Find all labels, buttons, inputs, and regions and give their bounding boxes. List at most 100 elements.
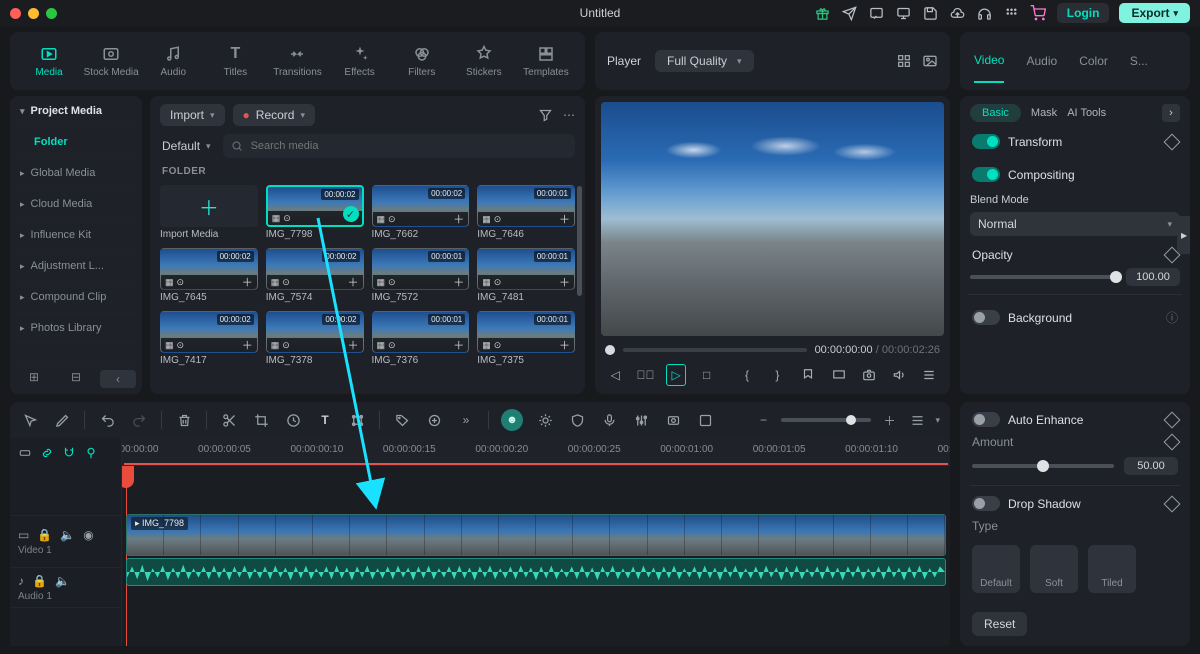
keyframe-icon[interactable] (1164, 411, 1181, 428)
fullscreen-icon[interactable] (828, 364, 850, 386)
sort-dropdown[interactable]: Default▾ (160, 135, 213, 157)
opacity-slider[interactable] (970, 275, 1116, 279)
slider-knob[interactable] (1037, 460, 1049, 472)
media-clip[interactable]: 00:00:01▦⊙＋IMG_7376 (372, 311, 470, 366)
marker-icon[interactable] (798, 364, 818, 386)
cart-icon[interactable] (1030, 5, 1047, 22)
background-toggle[interactable] (972, 310, 1000, 325)
lock-icon[interactable]: 🔒 (37, 528, 52, 542)
tab-media[interactable]: Media (20, 38, 78, 84)
shadow-tile-default[interactable]: Default (972, 545, 1020, 593)
audio-clip[interactable] (126, 558, 946, 586)
media-clip[interactable]: 00:00:01▦⊙＋IMG_7646 (477, 185, 575, 240)
fullscreen-window-icon[interactable] (46, 8, 57, 19)
apps-icon[interactable] (1003, 5, 1020, 22)
send-icon[interactable] (841, 5, 858, 22)
transform-tool-icon[interactable] (347, 410, 367, 430)
subtab-mask[interactable]: Mask (1031, 107, 1057, 119)
sidebar-item-photos-library[interactable]: ▸Photos Library (10, 313, 142, 344)
sidebar-item-adjustment-layer[interactable]: ▸Adjustment L... (10, 251, 142, 282)
timeline-ruler[interactable]: 00:00:00:0000:00:00:0500:00:00:1000:00:0… (122, 438, 950, 466)
add-to-timeline-icon[interactable]: ＋ (348, 274, 359, 290)
export-button[interactable]: Export ▾ (1119, 3, 1190, 23)
sidebar-item-influence-kit[interactable]: ▸Influence Kit (10, 220, 142, 251)
shield-icon[interactable] (567, 410, 587, 430)
search-field[interactable] (249, 139, 567, 153)
close-window-icon[interactable] (10, 8, 21, 19)
media-clip[interactable]: 00:00:02▦⊙＋IMG_7662 (372, 185, 470, 240)
snapshot-icon[interactable] (858, 364, 880, 386)
tab-stickers[interactable]: Stickers (455, 38, 513, 84)
scrub-bar[interactable] (623, 348, 807, 352)
prev-frame-button[interactable]: ◁ (605, 364, 625, 386)
keyframe2-icon[interactable] (424, 410, 444, 430)
mark-in-icon[interactable]: { (737, 364, 757, 386)
keyframe-icon[interactable] (1164, 133, 1181, 150)
transform-toggle[interactable] (972, 134, 1000, 149)
lock-icon[interactable]: 🔒 (32, 574, 47, 588)
slider-knob[interactable] (1110, 271, 1122, 283)
more-icon[interactable]: ⋯ (563, 108, 575, 123)
headphones-icon[interactable] (976, 5, 993, 22)
gift-icon[interactable] (814, 5, 831, 22)
minimize-window-icon[interactable] (28, 8, 39, 19)
zoom-out-icon[interactable]: − (753, 410, 773, 430)
scrub-handle[interactable] (605, 345, 615, 355)
expand-panel-icon[interactable]: ▸ (1177, 216, 1190, 254)
tab-titles[interactable]: T Titles (206, 38, 264, 84)
opacity-value[interactable]: 100.00 (1126, 268, 1180, 286)
zoom-in-icon[interactable]: ＋ (879, 410, 899, 430)
tab-transitions[interactable]: Transitions (268, 38, 326, 84)
redo-icon[interactable] (129, 410, 149, 430)
keyframe-icon[interactable] (1164, 434, 1181, 451)
subtab-ai-tools[interactable]: AI Tools (1067, 107, 1106, 119)
tab-filters[interactable]: Filters (393, 38, 451, 84)
media-clip[interactable]: 00:00:01▦⊙＋IMG_7572 (372, 248, 470, 303)
add-to-timeline-icon[interactable]: ＋ (242, 274, 253, 290)
split-icon[interactable] (219, 410, 239, 430)
new-bin-icon[interactable]: ⊟ (58, 370, 94, 388)
tab-video[interactable]: Video (974, 53, 1004, 83)
tab-speed[interactable]: S... (1130, 54, 1148, 68)
text-tool-icon[interactable]: T (315, 410, 335, 430)
cloud-upload-icon[interactable] (949, 5, 966, 22)
amount-slider[interactable] (972, 464, 1114, 468)
sidebar-item-compound-clip[interactable]: ▸Compound Clip (10, 282, 142, 313)
record-dropdown[interactable]: ●Record▾ (233, 104, 315, 126)
shadow-tile-tiled[interactable]: Tiled (1088, 545, 1136, 593)
tab-color[interactable]: Color (1079, 54, 1108, 68)
add-to-timeline-icon[interactable]: ＋ (348, 337, 359, 353)
edit-tool-icon[interactable] (52, 410, 72, 430)
more-subtabs-icon[interactable]: › (1162, 104, 1180, 122)
play-backward-button[interactable]: ▷⃓ (635, 364, 655, 386)
drop-shadow-toggle[interactable] (972, 496, 1000, 511)
media-clip[interactable]: 00:00:01▦⊙＋IMG_7375 (477, 311, 575, 366)
preview-viewport[interactable] (601, 102, 944, 336)
reset-button[interactable]: Reset (972, 612, 1027, 636)
video-clip[interactable]: ▸ IMG_7798 (126, 514, 946, 556)
tab-templates[interactable]: Templates (517, 38, 575, 84)
tab-audio[interactable]: Audio (1026, 54, 1057, 68)
render-icon[interactable] (695, 410, 715, 430)
play-button[interactable]: ▷ (666, 364, 687, 386)
sidebar-folder[interactable]: Folder (10, 127, 142, 158)
marker-tl-icon[interactable] (84, 446, 98, 460)
speed-icon[interactable] (283, 410, 303, 430)
filter-icon[interactable] (538, 108, 553, 123)
monitor-icon[interactable] (895, 5, 912, 22)
crop-icon[interactable] (251, 410, 271, 430)
tab-effects[interactable]: Effects (331, 38, 389, 84)
blend-mode-dropdown[interactable]: Normal ▾ (970, 212, 1180, 236)
record-tl-icon[interactable] (663, 410, 683, 430)
media-clip[interactable]: 00:00:02▦⊙＋✓IMG_7798 (266, 185, 364, 240)
new-folder-icon[interactable]: ⊞ (16, 370, 52, 388)
link-icon[interactable] (40, 446, 54, 460)
timeline-canvas[interactable]: 00:00:00:0000:00:00:0500:00:00:1000:00:0… (122, 438, 950, 646)
media-clip[interactable]: 00:00:02▦⊙＋IMG_7645 (160, 248, 258, 303)
add-to-timeline-icon[interactable]: ＋ (559, 211, 570, 227)
add-to-timeline-icon[interactable]: ＋ (242, 337, 253, 353)
voiceover-icon[interactable] (599, 410, 619, 430)
track-header-audio[interactable]: ♪ 🔒 🔈 Audio 1 (10, 568, 121, 608)
volume-icon[interactable] (888, 364, 910, 386)
media-clip[interactable]: 00:00:02▦⊙＋IMG_7417 (160, 311, 258, 366)
